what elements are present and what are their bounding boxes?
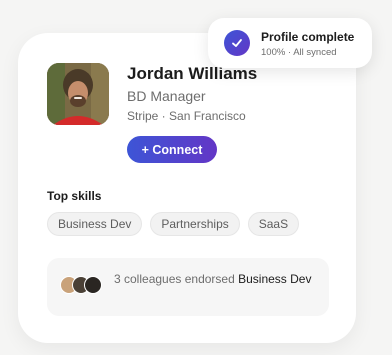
toast-title: Profile complete <box>261 30 355 44</box>
skill-chip[interactable]: Partnerships <box>150 212 240 236</box>
endorsed-skill: Business Dev <box>238 272 312 286</box>
avatar <box>47 63 109 125</box>
skill-chip[interactable]: Business Dev <box>47 212 143 236</box>
endorsement-panel: 3 colleagues endorsed Business Dev <box>47 258 329 316</box>
toast-subtitle: 100% · All synced <box>261 47 337 58</box>
skills-list: Business Dev Partnerships SaaS <box>47 212 300 236</box>
endorser-avatar <box>84 276 102 294</box>
check-icon <box>224 30 250 56</box>
endorser-avatars <box>60 276 108 296</box>
profile-location: Stripe · San Francisco <box>127 109 246 123</box>
profile-complete-toast: Profile complete 100% · All synced <box>208 18 372 68</box>
profile-card: Jordan Williams BD Manager Stripe · San … <box>18 33 356 343</box>
skills-heading: Top skills <box>47 189 102 203</box>
endorsement-text: 3 colleagues endorsed Business Dev <box>114 271 314 287</box>
endorsement-count-text: 3 colleagues endorsed <box>114 272 239 286</box>
skill-chip[interactable]: SaaS <box>247 212 300 236</box>
connect-button[interactable]: + Connect <box>127 136 217 163</box>
profile-role: BD Manager <box>127 88 206 104</box>
